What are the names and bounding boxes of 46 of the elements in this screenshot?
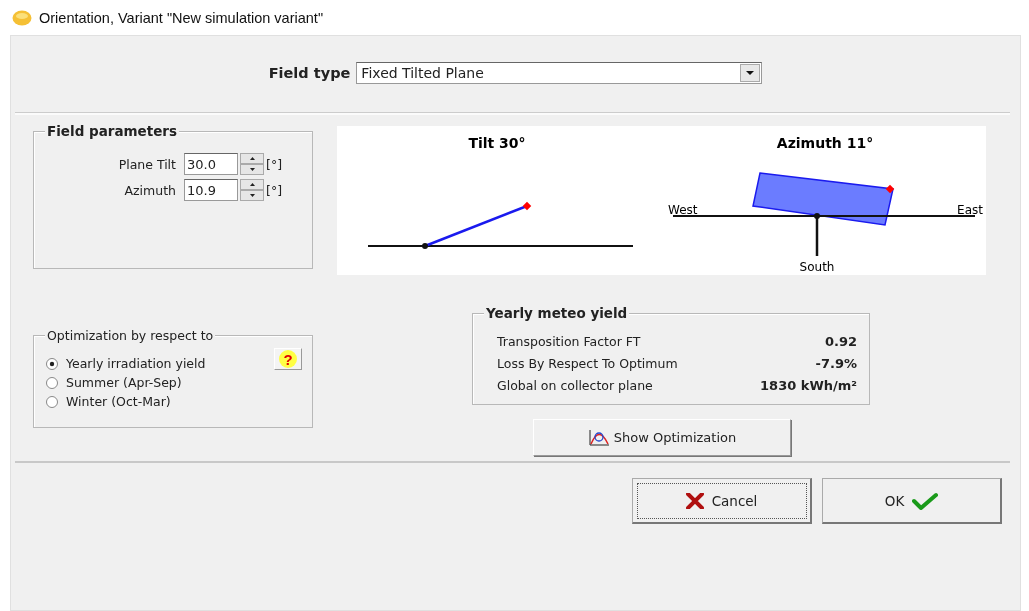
west-label: West (668, 203, 698, 217)
radio-label: Summer (Apr-Sep) (66, 375, 182, 390)
field-type-dropdown[interactable]: Fixed Tilted Plane (356, 62, 763, 84)
yield-value: 1830 kWh/m² (759, 378, 857, 393)
yield-value: 0.92 (823, 334, 857, 349)
yield-value: -7.9% (814, 356, 857, 371)
radio-button[interactable] (46, 376, 58, 389)
show-optimization-button[interactable]: Show Optimization (533, 419, 791, 456)
window-title: Orientation, Variant "New simulation variant" (39, 9, 324, 26)
down-arrow-icon (249, 194, 255, 197)
check-icon (912, 491, 939, 510)
east-label: East (957, 203, 983, 217)
app-icon (12, 9, 32, 26)
group-title: Yearly meteo yield (484, 306, 630, 321)
close-icon (685, 492, 704, 509)
dropdown-arrow-icon (746, 71, 755, 75)
tilt-title: Tilt 30° (468, 135, 526, 151)
number-field[interactable]: 10.9 (184, 179, 238, 201)
radio-label: Yearly irradiation yield (66, 356, 206, 371)
group-title: Optimization by respect to (45, 328, 216, 343)
param-label: Plane Tilt (117, 156, 176, 172)
help-button[interactable]: ? (274, 348, 302, 370)
up-arrow-icon (249, 157, 255, 160)
yield-label: Loss By Respect To Optimum (497, 356, 679, 371)
radio-button[interactable] (46, 395, 58, 408)
number-field[interactable]: 30.0 (184, 153, 238, 175)
cancel-button[interactable]: Cancel (632, 478, 812, 524)
spin-up-button[interactable] (240, 153, 264, 164)
spin-down-button[interactable] (240, 190, 264, 201)
down-arrow-icon (249, 168, 255, 171)
param-label: Azimuth (123, 182, 176, 198)
spin-up-button[interactable] (240, 179, 264, 190)
unit-label: [°] (266, 156, 282, 172)
unit-label: [°] (266, 182, 282, 198)
up-arrow-icon (249, 183, 255, 186)
ok-button[interactable]: OK (822, 478, 1002, 524)
field-type-label: Field type (268, 65, 351, 81)
azimuth-title: Azimuth 11° (776, 135, 874, 151)
radio-button[interactable] (46, 357, 58, 370)
yield-label: Global on collector plane (497, 378, 654, 393)
spin-down-button[interactable] (240, 164, 264, 175)
yield-label: Transposition Factor FT (497, 334, 642, 349)
radio-label: Winter (Oct-Mar) (66, 394, 171, 409)
group-title: Field parameters (45, 124, 180, 139)
chart-icon (587, 428, 610, 447)
south-label: South (799, 260, 835, 274)
